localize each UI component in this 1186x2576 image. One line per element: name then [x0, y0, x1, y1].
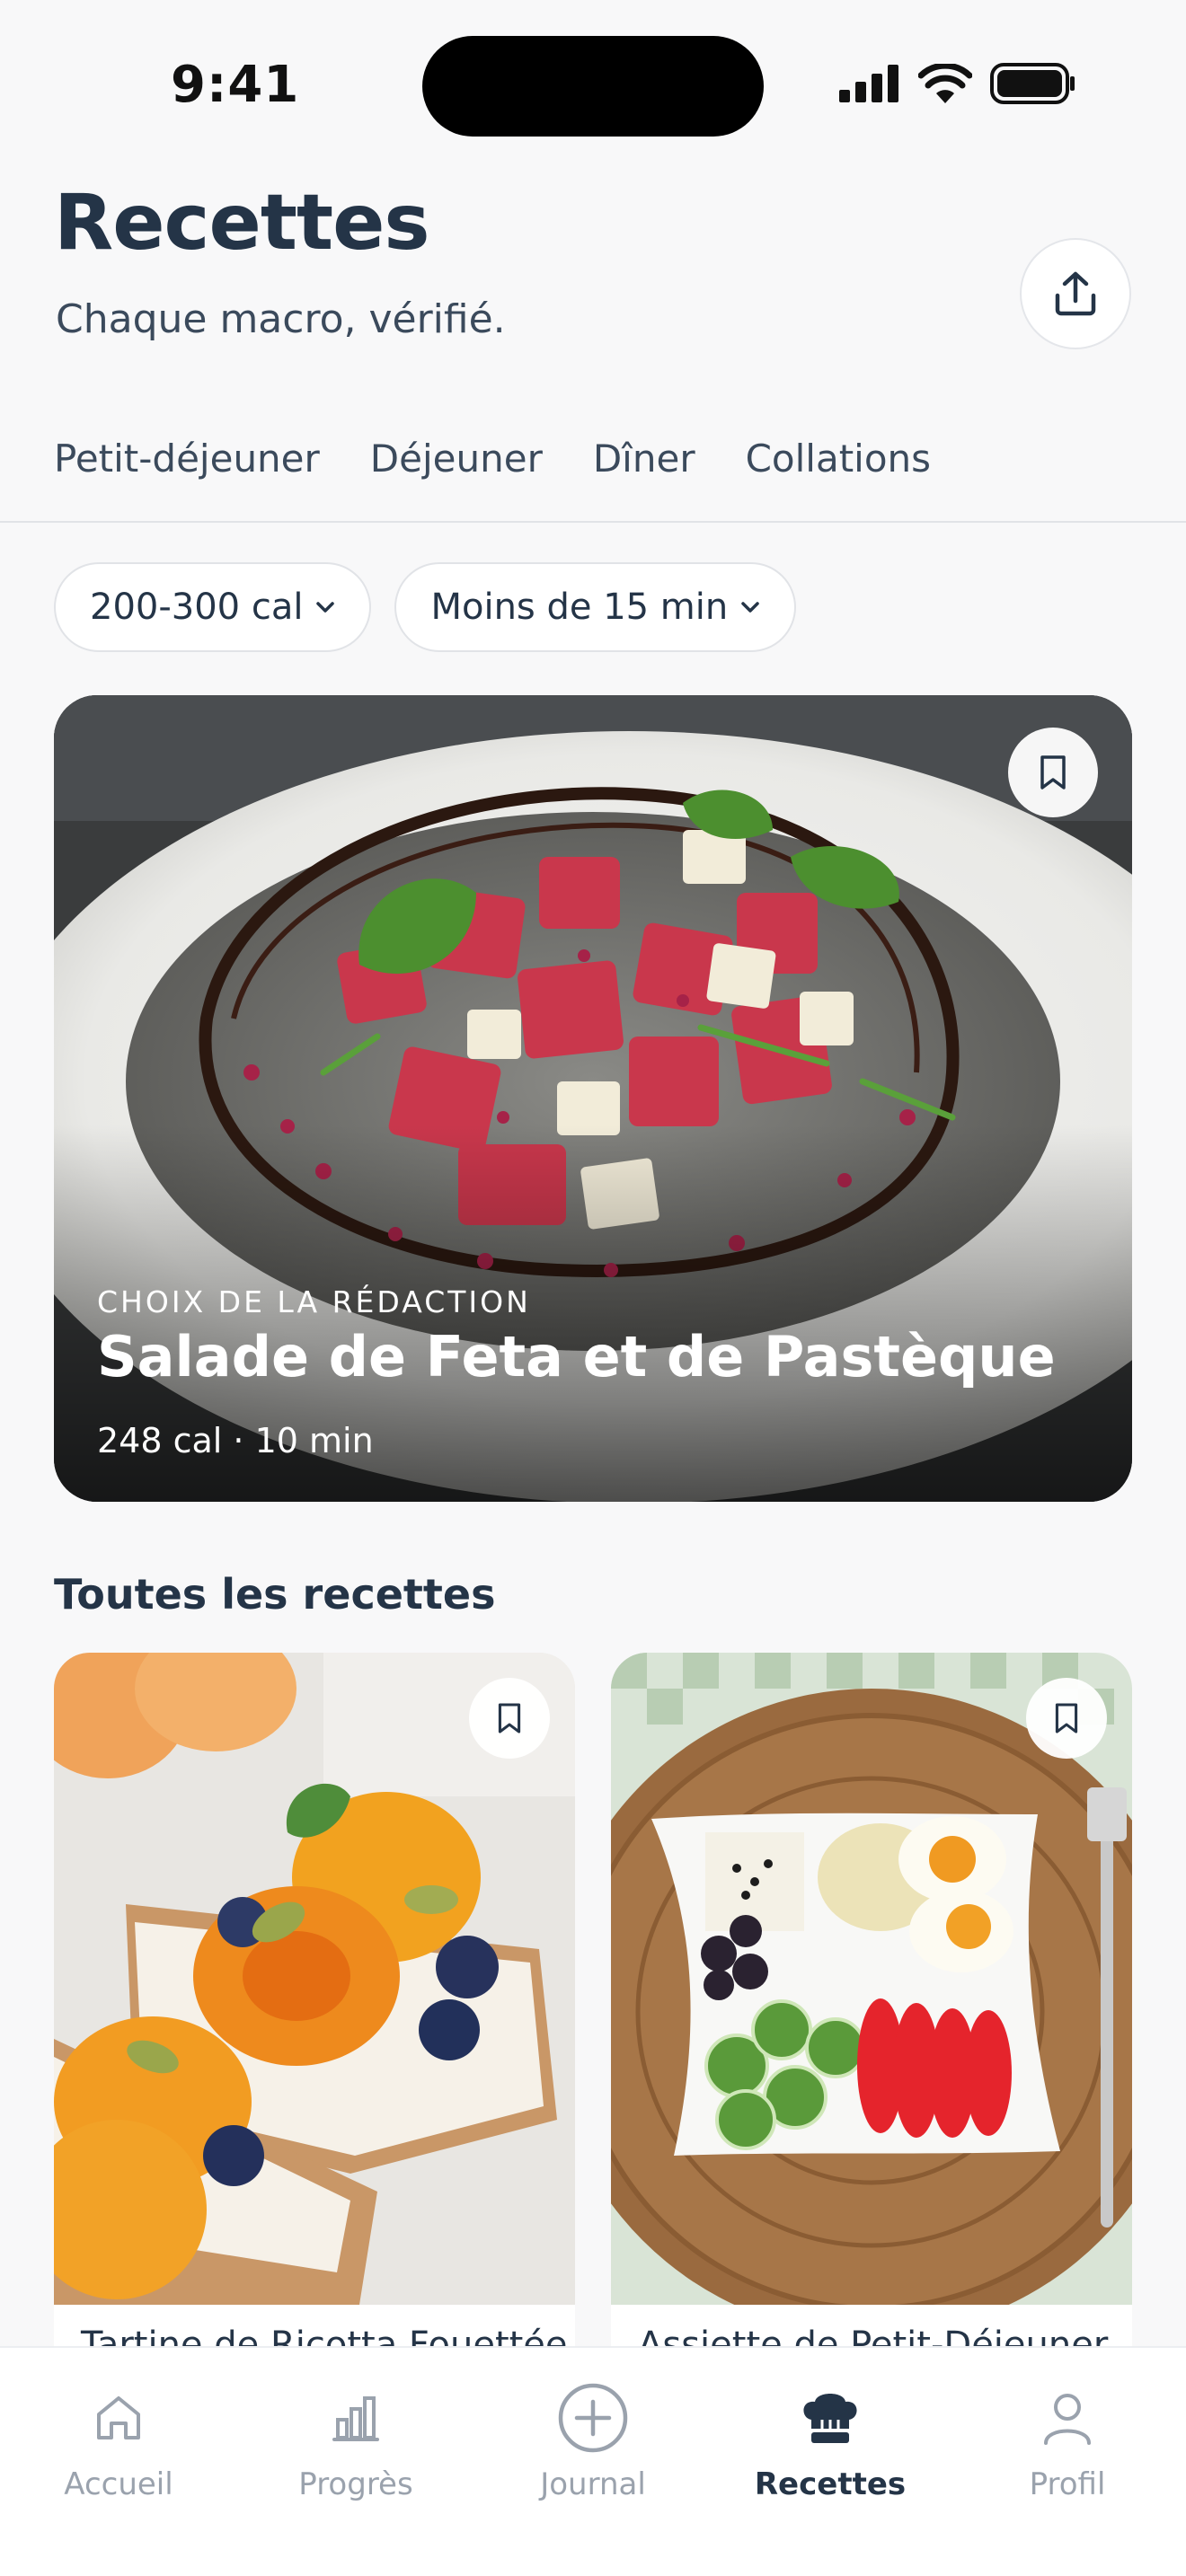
time-filter-label: Moins de 15 min [430, 587, 729, 628]
bookmark-icon [498, 1703, 521, 1734]
chef-hat-icon [792, 2380, 868, 2456]
calorie-filter-label: 200-300 cal [90, 587, 304, 628]
plus-circle-icon [555, 2380, 631, 2456]
chevron-down-icon [316, 602, 335, 613]
filter-chips: 200-300 cal Moins de 15 min [54, 562, 797, 652]
battery-icon [990, 63, 1075, 104]
recipe-card[interactable]: Assiette de Petit-Déjeuner [611, 1653, 1132, 2389]
nav-label: Accueil [64, 2466, 173, 2502]
dynamic-island [422, 36, 764, 137]
wifi-icon [918, 64, 972, 103]
nav-label: Progrès [298, 2466, 413, 2502]
tabs-divider [0, 521, 1186, 523]
nav-label: Profil [1029, 2466, 1106, 2502]
page-subtitle: Chaque macro, vérifié. [56, 296, 506, 342]
featured-eyebrow: CHOIX DE LA RÉDACTION [97, 1284, 531, 1319]
tab-diner[interactable]: Dîner [593, 437, 695, 481]
nav-profil[interactable]: Profil [960, 2380, 1175, 2502]
bookmark-button[interactable] [1008, 728, 1098, 817]
nav-label: Journal [540, 2466, 646, 2502]
cellular-signal-icon [839, 65, 898, 102]
featured-recipe-card[interactable]: CHOIX DE LA RÉDACTION Salade de Feta et … [54, 695, 1132, 1502]
tab-collations[interactable]: Collations [746, 437, 931, 481]
home-icon [81, 2380, 156, 2456]
featured-title: Salade de Feta et de Pastèque [97, 1324, 1056, 1389]
chevron-down-icon [741, 602, 759, 613]
section-title: Toutes les recettes [54, 1570, 496, 1619]
bookmark-button[interactable] [1026, 1678, 1107, 1759]
nav-journal[interactable]: Journal [485, 2380, 701, 2502]
share-button[interactable] [1020, 238, 1131, 349]
tab-dejeuner[interactable]: Déjeuner [370, 437, 543, 481]
bottom-nav: Accueil Progrès Journal Recettes Profil [0, 2346, 1186, 2576]
bookmark-icon [1055, 1703, 1078, 1734]
chart-icon [318, 2380, 394, 2456]
tab-petit-dejeuner[interactable]: Petit-déjeuner [54, 437, 320, 481]
category-tabs: Petit-déjeuner Déjeuner Dîner Collations [54, 437, 931, 481]
bookmark-button[interactable] [469, 1678, 550, 1759]
time-filter-chip[interactable]: Moins de 15 min [394, 562, 797, 652]
nav-recettes[interactable]: Recettes [722, 2380, 938, 2502]
featured-meta: 248 cal · 10 min [97, 1421, 374, 1460]
nav-label: Recettes [754, 2466, 907, 2502]
status-time: 9:41 [171, 56, 300, 114]
status-bar: 9:41 [0, 0, 1186, 171]
share-icon [1055, 271, 1096, 316]
page-title: Recettes [54, 178, 430, 268]
user-icon [1030, 2380, 1105, 2456]
nav-progres[interactable]: Progrès [248, 2380, 464, 2502]
nav-accueil[interactable]: Accueil [11, 2380, 226, 2502]
recipe-card[interactable]: Tartine de Ricotta Fouettée [54, 1653, 575, 2389]
status-icons [839, 63, 1076, 104]
calorie-filter-chip[interactable]: 200-300 cal [54, 562, 372, 652]
bookmark-icon [1040, 755, 1066, 790]
